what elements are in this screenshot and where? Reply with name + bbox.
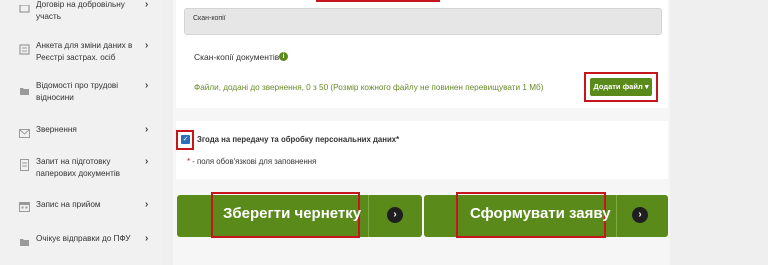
sidebar-item-appointment[interactable]: Запис на прийом › xyxy=(0,199,163,213)
chevron-right-icon: › xyxy=(145,156,149,167)
arrow-right-icon[interactable]: › xyxy=(632,207,648,223)
form-icon xyxy=(19,42,30,55)
sidebar-item-label: Відомості про трудові відносини xyxy=(36,81,119,102)
arrow-right-icon[interactable]: › xyxy=(387,207,403,223)
sidebar: Договір на добровільну участь › Анкета д… xyxy=(0,0,163,265)
chevron-right-icon: › xyxy=(145,199,149,210)
folder-icon xyxy=(19,234,30,246)
required-fields-note: * - поля обов'язкові для заповнення xyxy=(187,157,316,166)
folder-icon xyxy=(19,83,30,95)
highlight-frame-top xyxy=(316,0,440,2)
document-icon xyxy=(19,0,30,13)
chevron-right-icon: › xyxy=(145,124,149,135)
required-note-text: - поля обов'язкові для заповнення xyxy=(190,157,317,166)
consent-checkbox[interactable]: ✓ xyxy=(181,135,190,144)
sidebar-item-label: Запис на прийом xyxy=(36,200,101,209)
files-count-text: Файли, додані до звернення, 0 з 50 (Розм… xyxy=(194,83,544,92)
create-request-label: Сформувати заяву xyxy=(470,205,611,222)
paper-icon xyxy=(19,158,30,171)
chevron-right-icon: › xyxy=(145,0,149,10)
info-icon[interactable]: i xyxy=(279,52,288,61)
scan-copies-header-title: Скан-копії xyxy=(193,15,226,22)
chevron-right-icon: › xyxy=(145,80,149,91)
sidebar-item-voluntary-contract[interactable]: Договір на добровільну участь › xyxy=(0,0,163,28)
sidebar-item-employment-info[interactable]: Відомості про трудові відносини › xyxy=(0,80,163,106)
add-file-button[interactable]: Додати файл ▾ xyxy=(590,78,652,96)
right-gutter xyxy=(670,0,768,265)
chevron-right-icon: › xyxy=(145,233,149,244)
consent-label: Згода на передачу та обробку персональни… xyxy=(197,135,400,144)
sidebar-item-appeals[interactable]: Звернення › xyxy=(0,124,163,138)
scan-copies-header xyxy=(184,8,662,35)
sidebar-item-paper-docs-request[interactable]: Запит на підготовку паперових документів… xyxy=(0,156,163,182)
sidebar-item-label: Звернення xyxy=(36,125,77,134)
envelope-icon xyxy=(19,125,30,138)
content-gutter xyxy=(163,0,173,265)
sidebar-item-label: Анкета для зміни даних в Реєстрі застрах… xyxy=(36,41,133,62)
button-divider xyxy=(616,195,617,237)
consent-card xyxy=(176,121,668,179)
sidebar-item-registry-form[interactable]: Анкета для зміни даних в Реєстрі застрах… xyxy=(0,40,163,66)
sidebar-item-pending-pfu[interactable]: Очікує відправки до ПФУ › xyxy=(0,233,163,247)
sidebar-item-label: Очікує відправки до ПФУ xyxy=(36,234,131,243)
calendar-icon xyxy=(19,199,30,212)
sidebar-item-label: Запит на підготовку паперових документів xyxy=(36,157,121,178)
button-divider xyxy=(368,195,369,237)
sidebar-item-label: Договір на добровільну участь xyxy=(36,0,125,21)
chevron-right-icon: › xyxy=(145,40,149,51)
save-draft-label: Зберегти чернетку xyxy=(223,205,362,222)
scan-docs-label: Скан-копії документів xyxy=(194,52,280,62)
